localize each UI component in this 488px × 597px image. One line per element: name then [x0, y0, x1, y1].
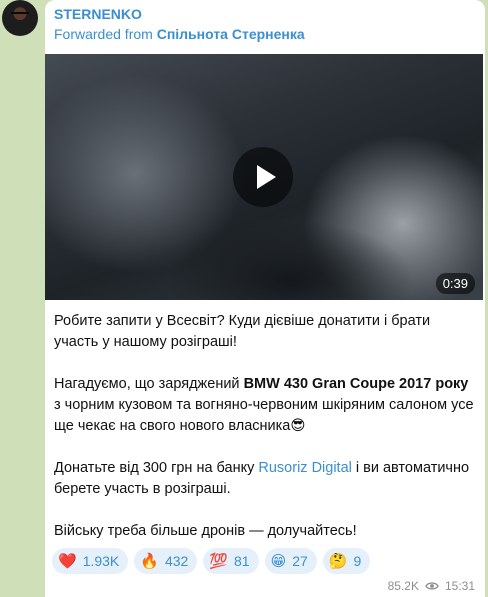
play-icon	[257, 165, 276, 189]
reaction-hundred[interactable]: 💯 81	[203, 548, 259, 574]
avatar-glasses	[11, 12, 29, 19]
play-button[interactable]	[233, 147, 293, 207]
paragraph-2: Нагадуємо, що заряджений BMW 430 Gran Co…	[54, 376, 474, 434]
reaction-count: 27	[292, 553, 308, 569]
sender-name[interactable]: STERNENKO	[54, 6, 142, 22]
grin-emoji-icon: 😁	[270, 551, 287, 570]
forwarded-line: Forwarded from Спільнота Стерненка	[54, 26, 305, 42]
forwarded-prefix: Forwarded from	[54, 26, 153, 42]
reaction-count: 432	[164, 553, 189, 569]
reaction-count: 9	[353, 553, 362, 569]
paragraph-1: Робите запити у Всесвіт? Куди дієвіше до…	[54, 313, 431, 350]
paragraph-3: Донатьте від 300 грн на банку Rusoriz Di…	[54, 460, 470, 497]
reaction-grin[interactable]: 😁 27	[264, 548, 317, 574]
message-bubble: STERNENKO Forwarded from Спільнота Стерн…	[45, 0, 485, 597]
reaction-fire[interactable]: 🔥 432	[134, 548, 198, 574]
car-model: BMW 430 Gran Coupe 2017 року	[243, 376, 469, 392]
avatar[interactable]	[2, 0, 38, 36]
message-meta: 85.2K 15:31	[388, 579, 475, 593]
eye-icon	[425, 582, 439, 590]
view-count: 85.2K	[387, 579, 419, 593]
video-duration: 0:39	[435, 273, 475, 294]
fire-emoji-icon: 🔥	[140, 551, 159, 570]
forwarded-source-link[interactable]: Спільнота Стерненка	[157, 26, 305, 42]
reaction-count: 81	[234, 553, 250, 569]
sunglasses-emoji: 😎	[290, 418, 306, 434]
thinking-emoji-icon: 🤔	[328, 551, 348, 570]
hundred-emoji-icon: 💯	[209, 551, 229, 570]
video-player[interactable]: 0:39	[45, 54, 483, 300]
bank-link[interactable]: Rusoriz Digital	[258, 460, 351, 476]
heart-emoji-icon: ❤️	[58, 551, 77, 570]
reaction-heart[interactable]: ❤️ 1.93K	[52, 548, 129, 574]
message-time: 15:31	[444, 579, 475, 593]
message-text: Робите запити у Всесвіт? Куди дієвіше до…	[54, 311, 476, 563]
paragraph-4: Війську треба більше дронів — долучайтес…	[54, 523, 357, 539]
reaction-count: 1.93K	[82, 553, 120, 569]
reactions-bar: ❤️ 1.93K 🔥 432 💯 81 😁 27 🤔 9	[52, 548, 371, 574]
reaction-thinking[interactable]: 🤔 9	[322, 548, 371, 574]
